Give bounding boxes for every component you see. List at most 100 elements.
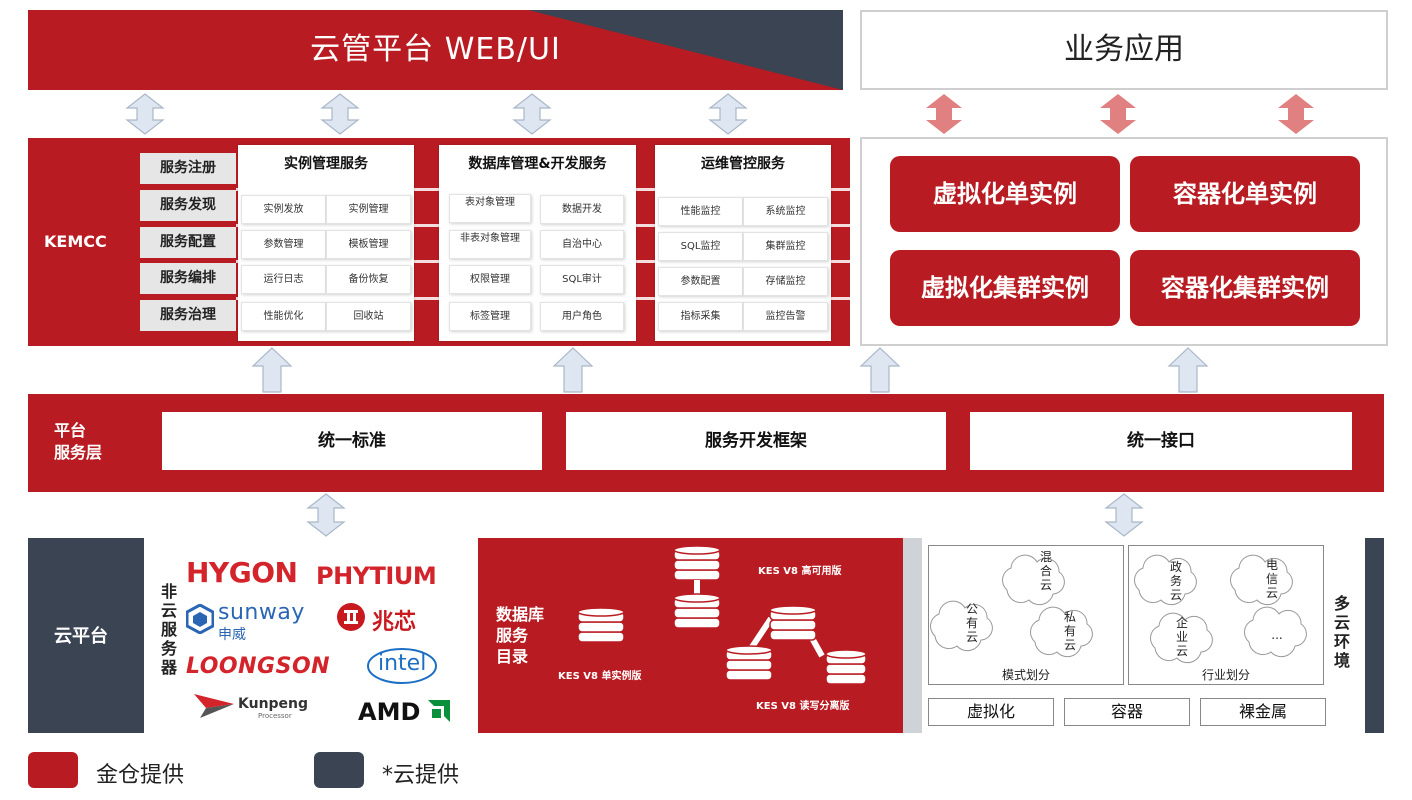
service-cell: SQL监控 [658, 232, 743, 261]
cloud-platform-label: 云平台 [54, 626, 108, 647]
service-cell: 性能监控 [658, 197, 743, 226]
unified-interface: 统一接口 [970, 412, 1352, 470]
panel-title: 数据库管理&开发服务 [468, 156, 607, 172]
cloud-management-banner: 云管平台 WEB/UI [28, 10, 843, 90]
kunpeng-emblem-icon [194, 694, 234, 718]
service-cell: 权限管理 [449, 265, 531, 294]
db-stack-rw-left-icon [725, 645, 773, 681]
kunpeng-logo: Kunpeng [238, 696, 309, 712]
arrow-up-icon [859, 347, 901, 393]
service-cell: 参数配置 [658, 267, 743, 296]
amd-logo: AMD [358, 698, 421, 726]
service-cell: 监控告警 [743, 302, 828, 331]
virtualized-single-instance: 虚拟化单实例 [890, 156, 1120, 232]
service-orchestration: 服务编排 [140, 263, 236, 294]
service-governance: 服务治理 [140, 300, 236, 331]
legend-cloud: *云提供 [382, 763, 460, 788]
kes-single-label: KES V8 单实例版 [558, 671, 642, 682]
panel-title: 运维管控服务 [701, 156, 785, 172]
business-application-box: 业务应用 [860, 10, 1388, 90]
service-cell: 参数管理 [241, 230, 326, 259]
kes-ha-label: KES V8 高可用版 [758, 566, 842, 577]
zhaoxin-emblem-icon [337, 603, 365, 631]
kemcc-label: KEMCC [44, 232, 107, 251]
service-cell: 标签管理 [449, 302, 531, 331]
arrows-up-row [251, 347, 1209, 393]
industry-division-box: 政务云 电信云 企业云 ... 行业划分 [1128, 545, 1324, 685]
multi-cloud-label: 多云环境 [1333, 594, 1350, 670]
db-catalog-line1: 数据库 [496, 605, 545, 624]
service-config: 服务配置 [140, 227, 236, 258]
container-cap: 容器 [1064, 698, 1190, 726]
platform-label-line2: 服务层 [54, 443, 103, 462]
kes-rw-label: KES V8 读写分离版 [756, 701, 850, 712]
legend-jincang: 金仓提供 [96, 763, 185, 788]
arrow-up-icon [552, 347, 594, 393]
non-cloud-servers-label: 非云服务器 [160, 582, 177, 677]
platform-label: 平台 服务层 [54, 420, 102, 464]
cloud-edge-strip [1365, 538, 1384, 733]
service-cell: 系统监控 [743, 197, 828, 226]
service-cell: 实例发放 [241, 195, 326, 224]
arrow-double-icon [708, 93, 748, 135]
arrow-double-icon [125, 93, 165, 135]
ops-monitoring-panel: 运维管控服务 性能监控 系统监控 SQL监控 集群监控 参数配置 存储监控 指标… [655, 145, 831, 341]
service-cell: 备份恢复 [326, 265, 411, 294]
legend-swatch-cloud [314, 752, 364, 788]
container-cluster-instance: 容器化集群实例 [1130, 250, 1360, 326]
panel-title: 实例管理服务 [284, 156, 368, 172]
db-catalog-line2: 服务 [496, 626, 529, 645]
sunway-logo: SUNWAY [218, 600, 305, 625]
db-stack-rw-primary-icon [769, 605, 817, 641]
intel-logo: intel [378, 651, 427, 676]
arrows-top-row [125, 93, 1314, 135]
virtualized-cluster-instance: 虚拟化集群实例 [890, 250, 1120, 326]
phytium-logo: PHYTIUM [316, 562, 437, 590]
cloud-label-private: 私有云 [1063, 610, 1076, 652]
arrow-double-icon [320, 93, 360, 135]
sunway-emblem-icon [186, 604, 214, 634]
service-cell: 回收站 [326, 302, 411, 331]
arrow-up-icon [251, 347, 293, 393]
service-cell: 数据开发 [540, 195, 624, 224]
zhaoxin-logo: 兆芯 [372, 610, 417, 635]
sunway-cn-logo: 申威 [218, 627, 246, 643]
arrow-up-icon [1167, 347, 1209, 393]
service-cell: 性能优化 [241, 302, 326, 331]
service-dev-framework: 服务开发框架 [566, 412, 946, 470]
database-dev-panel: 数据库管理&开发服务 表对象管理 数据开发 非表对象管理 自治中心 权限管理 S… [439, 145, 636, 341]
cloud-label-enterprise: 企业云 [1175, 616, 1188, 658]
mode-division-box: 混合云 公有云 私有云 模式划分 [928, 545, 1124, 685]
cloud-icons-industry [1134, 554, 1307, 664]
banner-title: 云管平台 WEB/UI [310, 32, 561, 67]
cloud-icon [1002, 554, 1065, 606]
industry-division-caption: 行业划分 [1201, 668, 1250, 682]
cloud-label-public: 公有云 [965, 602, 978, 644]
platform-label-line1: 平台 [54, 421, 87, 440]
service-cell: 用户角色 [540, 302, 624, 331]
arrows-bottom-row [306, 493, 1144, 537]
cloud-label-telecom: 电信云 [1265, 558, 1278, 600]
virtualization-cap: 虚拟化 [928, 698, 1054, 726]
unified-standard: 统一标准 [162, 412, 542, 470]
service-register: 服务注册 [140, 153, 236, 184]
arrow-double-red-icon [1100, 94, 1136, 134]
cloud-icon [1030, 606, 1093, 658]
service-cell: 指标采集 [658, 302, 743, 331]
cloud-icons-mode [930, 554, 1093, 658]
database-catalog-label: 数据库 服务 目录 [496, 604, 544, 667]
cloud-icon [1230, 554, 1293, 606]
db-catalog-line3: 目录 [496, 647, 529, 666]
service-cell: 集群监控 [743, 232, 828, 261]
bare-metal-cap: 裸金属 [1200, 698, 1326, 726]
arrow-double-red-icon [926, 94, 962, 134]
service-cell: 模板管理 [326, 230, 411, 259]
arrow-double-icon [306, 493, 346, 537]
cloud-label-more: ... [1271, 628, 1283, 642]
separator-strip [903, 538, 922, 733]
hygon-logo: HYGON [186, 556, 298, 589]
container-single-instance: 容器化单实例 [1130, 156, 1360, 232]
service-cell: 表对象管理 [449, 194, 531, 223]
cloud-icon [930, 600, 993, 652]
cloud-label-government: 政务云 [1169, 560, 1182, 602]
